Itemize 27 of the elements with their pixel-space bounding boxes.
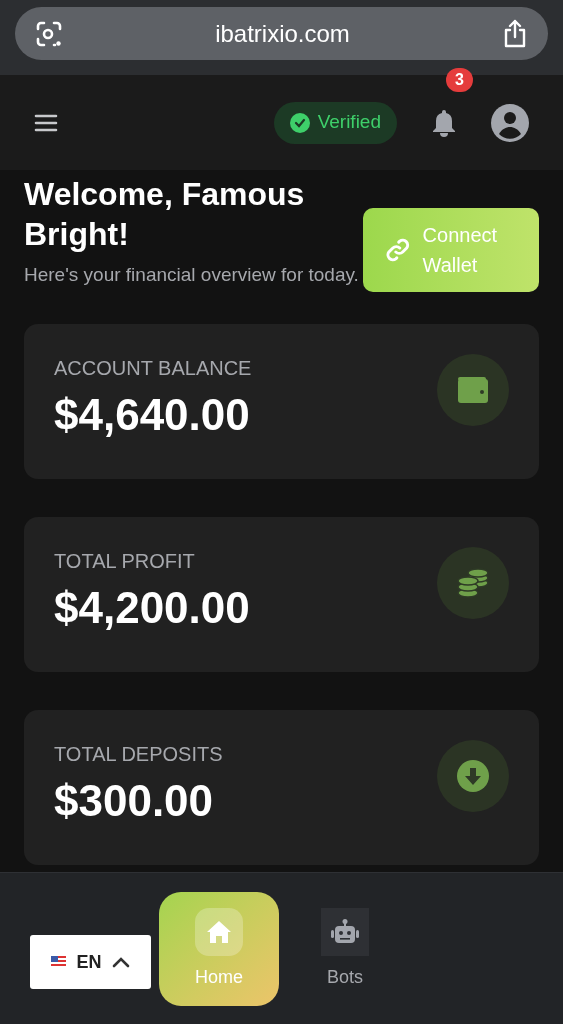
home-icon — [206, 919, 232, 944]
address-bar[interactable]: ibatrixio.com — [15, 7, 548, 60]
robot-icon — [331, 918, 359, 945]
link-icon — [385, 237, 411, 263]
stat-label: ACCOUNT BALANCE — [54, 356, 252, 381]
bell-icon[interactable] — [430, 107, 458, 138]
stat-value: $4,200.00 — [54, 582, 250, 634]
check-circle-icon — [289, 112, 310, 133]
caret-icon — [111, 956, 130, 968]
url-text: ibatrixio.com — [215, 18, 350, 49]
flag-icon — [51, 956, 67, 968]
stat-value: $300.00 — [54, 775, 215, 827]
stat-value: $4,640.00 — [54, 389, 251, 441]
stat-label: TOTAL PROFIT — [54, 549, 196, 574]
menu-icon[interactable] — [34, 112, 58, 133]
verified-label: Verified — [317, 110, 381, 135]
nav-tab[interactable]: Bots — [285, 892, 405, 1006]
camera-scan-icon[interactable] — [35, 19, 63, 48]
overview-subtitle: Here's your financial overview for today. — [24, 263, 360, 287]
welcome-heading: Welcome, Famous Bright! — [24, 175, 306, 254]
language-selector[interactable]: EN — [30, 935, 151, 989]
avatar-icon[interactable] — [491, 103, 529, 142]
stat-label: TOTAL DEPOSITS — [54, 742, 223, 767]
wallet-icon — [458, 377, 488, 403]
download-icon — [457, 760, 489, 792]
coins-icon — [457, 568, 489, 598]
share-icon[interactable] — [502, 18, 528, 49]
